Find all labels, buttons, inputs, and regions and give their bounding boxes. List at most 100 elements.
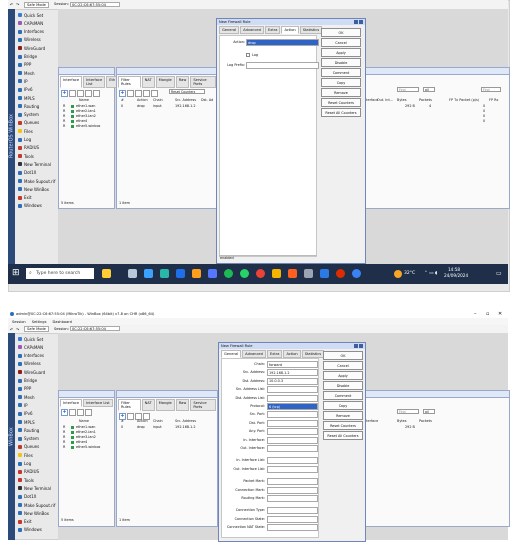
tab-mangle[interactable]: Mangle xyxy=(155,76,175,88)
safe-mode-button[interactable]: Safe Mode xyxy=(24,1,49,8)
menu-item[interactable]: Windows xyxy=(18,527,42,533)
maximize-window-icon[interactable]: ▫ xyxy=(486,311,489,317)
session-field-2[interactable]: 0C:22:C6:67:55:04 xyxy=(70,326,120,331)
interface-name[interactable]: ether4 xyxy=(76,440,87,444)
comment-button[interactable]: Comment xyxy=(323,391,363,400)
disable-icon-2[interactable] xyxy=(85,409,92,416)
interface-name[interactable]: ether5-winbox xyxy=(76,445,100,449)
tab-extra[interactable]: Extra xyxy=(264,26,281,34)
log-prefix-input[interactable] xyxy=(246,62,319,69)
back-icon[interactable]: ↶ xyxy=(10,2,13,7)
close-icon[interactable] xyxy=(359,20,363,24)
menu-item[interactable]: PPP xyxy=(18,62,31,68)
disable-icon[interactable] xyxy=(85,90,92,97)
menu-item[interactable]: Wireless xyxy=(18,37,41,43)
edge-icon[interactable] xyxy=(144,269,153,278)
ok-button[interactable]: OK xyxy=(321,28,361,37)
menu-item[interactable]: New WinBox xyxy=(18,186,49,192)
browser-icon[interactable] xyxy=(320,269,329,278)
any-port-input[interactable] xyxy=(267,428,318,436)
menu-item[interactable]: Bridge xyxy=(18,54,37,60)
menu-item[interactable]: CAPsMAN xyxy=(18,344,43,350)
interface-name[interactable]: ether5-winbox xyxy=(76,124,100,128)
tab-interface-list-2[interactable]: Interface List xyxy=(83,399,113,407)
interface-name[interactable]: ether3-lan2 xyxy=(76,114,96,118)
mail-icon[interactable] xyxy=(176,269,185,278)
dst-address-input[interactable]: 10.0.0.3 xyxy=(267,377,318,385)
remove-rule-icon[interactable] xyxy=(127,90,134,97)
interface-name[interactable]: ether2-lan1 xyxy=(76,109,96,113)
store-icon[interactable] xyxy=(160,269,169,278)
chain-input[interactable]: forward xyxy=(267,361,318,368)
protocol-input[interactable]: 6 (tcp) xyxy=(267,403,318,410)
whatsapp-icon[interactable] xyxy=(240,269,249,278)
reset-counters-button[interactable]: Reset Counters xyxy=(169,89,205,94)
photos-icon[interactable] xyxy=(208,269,217,278)
enable-rule-icon[interactable] xyxy=(135,90,142,97)
menu-item[interactable]: PPP xyxy=(18,386,31,392)
tab-raw-2[interactable]: Raw xyxy=(175,399,190,411)
find-input-3[interactable]: Find xyxy=(397,409,419,414)
dst-address-list-input[interactable] xyxy=(267,394,318,402)
menu-item[interactable]: Exit xyxy=(18,519,32,525)
task-view-icon[interactable] xyxy=(128,269,137,278)
interface-name[interactable]: ether3-lan2 xyxy=(76,435,96,439)
media-icon[interactable] xyxy=(336,269,345,278)
tab-nat[interactable]: NAT xyxy=(141,76,155,88)
connection-nat-state-input[interactable] xyxy=(267,524,318,532)
enable-icon[interactable] xyxy=(77,90,84,97)
menu-dashboard[interactable]: Dashboard xyxy=(52,320,72,324)
add-rule-icon[interactable]: + xyxy=(119,90,126,97)
routing-mark-input[interactable] xyxy=(267,495,318,502)
tab-filter-rules[interactable]: Filter Rules xyxy=(118,76,141,88)
menu-item[interactable]: RADIUS xyxy=(18,145,39,151)
tab-general[interactable]: General xyxy=(219,26,240,34)
menu-item[interactable]: New Terminal xyxy=(18,161,51,167)
action-select[interactable]: drop xyxy=(246,39,319,46)
tab-action-2[interactable]: Action xyxy=(283,350,301,358)
menu-item[interactable]: Log xyxy=(18,461,31,467)
menu-item[interactable]: MPLS xyxy=(18,95,35,101)
menu-item[interactable]: Windows xyxy=(18,203,42,209)
menu-item[interactable]: Queues xyxy=(18,444,39,450)
network-app-icon[interactable] xyxy=(352,269,361,278)
find-input[interactable]: Find xyxy=(397,87,419,92)
packet-mark-input[interactable] xyxy=(267,478,318,486)
menu-item[interactable]: IP xyxy=(18,402,28,408)
enable-icon-2[interactable] xyxy=(77,409,84,416)
maximize-icon[interactable] xyxy=(354,20,358,24)
cancel-button[interactable]: Cancel xyxy=(321,38,361,47)
in-interface-input[interactable] xyxy=(267,436,318,444)
menu-item[interactable]: Exit xyxy=(18,195,32,201)
menu-item[interactable]: Files xyxy=(18,128,33,134)
disable-button[interactable]: Disable xyxy=(323,381,363,390)
session-field[interactable]: 0C:22:C6:67:55:04 xyxy=(70,1,120,7)
connection-type-input[interactable] xyxy=(267,507,318,515)
remove-icon-2[interactable] xyxy=(69,409,76,416)
tab-statistics-2[interactable]: Statistics xyxy=(301,350,325,358)
taskbar-search[interactable]: Type here to search xyxy=(26,268,94,279)
tray-icons[interactable]: ⌃ ▭ ◖ xyxy=(424,271,437,276)
menu-item[interactable]: New Terminal xyxy=(18,485,51,491)
menu-item[interactable]: System xyxy=(18,112,39,118)
tab-extra-2[interactable]: Extra xyxy=(266,350,283,358)
connection-mark-input[interactable] xyxy=(267,486,318,494)
out-interface-input[interactable] xyxy=(267,445,318,452)
tab-action[interactable]: Action xyxy=(281,26,299,34)
widgets-icon[interactable] xyxy=(102,269,111,278)
menu-item[interactable]: System xyxy=(18,436,39,442)
src-port-input[interactable] xyxy=(267,411,318,419)
menu-item[interactable]: WireGuard xyxy=(18,369,45,375)
spotify-icon[interactable] xyxy=(224,269,233,278)
menu-item[interactable]: MPLS xyxy=(18,419,35,425)
tab-advanced-2[interactable]: Advanced xyxy=(242,350,266,358)
menu-item[interactable]: Tools xyxy=(18,477,34,483)
apply-button[interactable]: Apply xyxy=(323,371,363,380)
forward-icon-2[interactable]: ↷ xyxy=(16,327,19,332)
menu-item[interactable]: Quick Set xyxy=(18,12,43,18)
menu-item[interactable]: Bridge xyxy=(18,378,37,384)
all-select[interactable]: all xyxy=(423,87,435,92)
menu-item[interactable]: Files xyxy=(18,452,33,458)
minimize-icon[interactable]: – xyxy=(474,311,477,317)
menu-item[interactable]: Tools xyxy=(18,153,34,159)
